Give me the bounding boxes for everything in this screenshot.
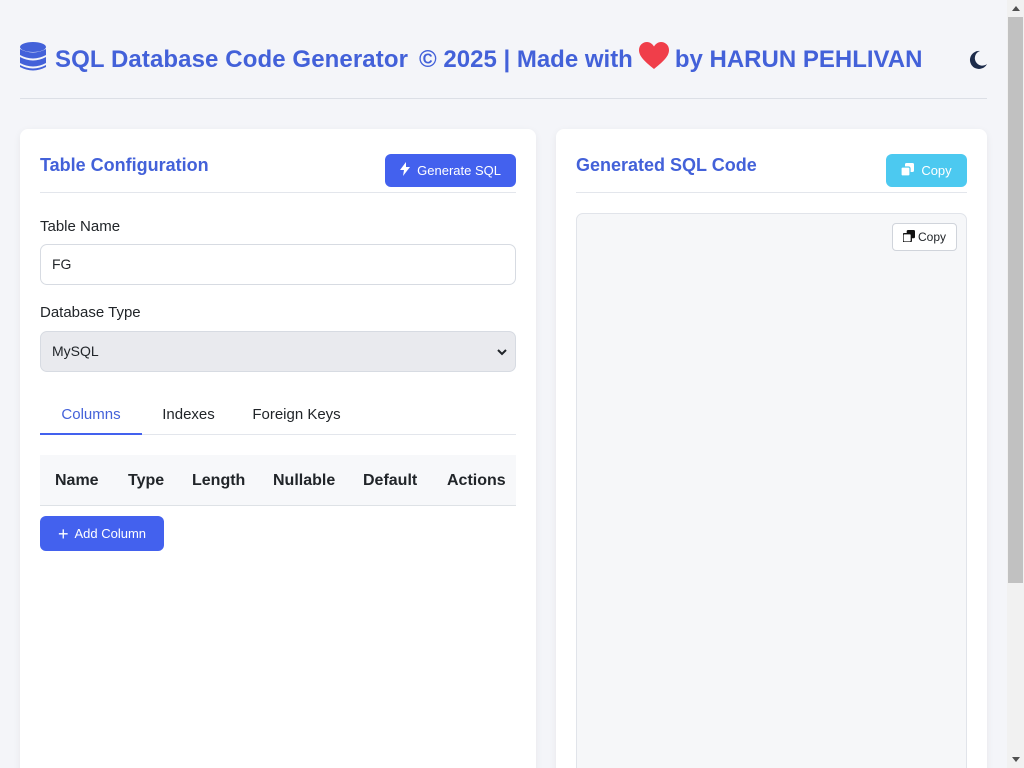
- config-card-header: Table Configuration Generate SQL: [40, 129, 516, 193]
- output-card-header: Generated SQL Code Copy: [576, 129, 967, 193]
- copyright-text: © 2025 | Made with: [419, 46, 633, 73]
- output-card-title: Generated SQL Code: [576, 155, 757, 175]
- table-name-label: Table Name: [40, 218, 121, 235]
- copy-icon: [902, 229, 918, 245]
- database-type-select[interactable]: MySQL: [40, 331, 516, 372]
- heart-icon: [633, 41, 675, 79]
- brand: SQL Database Code Generator © 2025 | Mad…: [20, 40, 922, 80]
- config-card-title: Table Configuration: [40, 155, 209, 175]
- generate-sql-button[interactable]: Generate SQL: [385, 154, 516, 187]
- scrollbar-thumb[interactable]: [1008, 17, 1023, 583]
- column-header-actions: Actions: [447, 472, 506, 489]
- column-header-name: Name: [55, 472, 99, 489]
- table-configuration-card: Table Configuration Generate SQL Table N…: [20, 129, 536, 768]
- config-tabs: Columns Indexes Foreign Keys: [40, 395, 516, 435]
- database-icon: [20, 41, 55, 79]
- column-header-length: Length: [192, 472, 246, 489]
- copy-label: Copy: [921, 163, 952, 178]
- database-type-value: MySQL: [52, 343, 99, 359]
- app-title: SQL Database Code Generator: [55, 46, 409, 73]
- scroll-up-arrow-icon[interactable]: [1007, 0, 1024, 17]
- column-header-default: Default: [363, 472, 418, 489]
- table-name-input[interactable]: FG: [40, 244, 516, 285]
- generate-sql-label: Generate SQL: [417, 163, 501, 178]
- inline-copy-button[interactable]: Copy: [892, 223, 957, 251]
- columns-table-header: Name Type Length Nullable Default Action…: [40, 455, 516, 506]
- add-column-label: Add Column: [74, 526, 147, 541]
- scroll-down-arrow-icon[interactable]: [1007, 751, 1024, 768]
- app-header: SQL Database Code Generator © 2025 | Mad…: [20, 40, 987, 99]
- copy-icon: [900, 162, 921, 179]
- chevron-down-icon: [497, 332, 507, 371]
- inline-copy-label: Copy: [917, 230, 946, 244]
- author-byline: by HARUN PEHLIVAN: [674, 46, 923, 73]
- page: SQL Database Code Generator © 2025 | Mad…: [0, 0, 1007, 768]
- vertical-scrollbar[interactable]: [1007, 0, 1024, 768]
- copy-button[interactable]: Copy: [886, 154, 967, 187]
- moon-icon: [967, 50, 989, 75]
- tab-foreign-keys[interactable]: Foreign Keys: [235, 395, 358, 434]
- bolt-icon: [400, 162, 417, 179]
- theme-toggle-button[interactable]: [967, 49, 989, 71]
- column-header-type: Type: [128, 472, 165, 489]
- column-header-nullable: Nullable: [273, 472, 336, 489]
- tab-indexes[interactable]: Indexes: [142, 395, 235, 434]
- sql-code-output[interactable]: Copy: [576, 213, 967, 768]
- database-type-label: Database Type: [40, 304, 141, 321]
- add-column-button[interactable]: + Add Column: [40, 516, 164, 551]
- tab-columns[interactable]: Columns: [40, 395, 142, 435]
- plus-icon: +: [57, 523, 69, 544]
- generated-sql-card: Generated SQL Code Copy Copy: [556, 129, 987, 768]
- table-name-value: FG: [52, 256, 72, 272]
